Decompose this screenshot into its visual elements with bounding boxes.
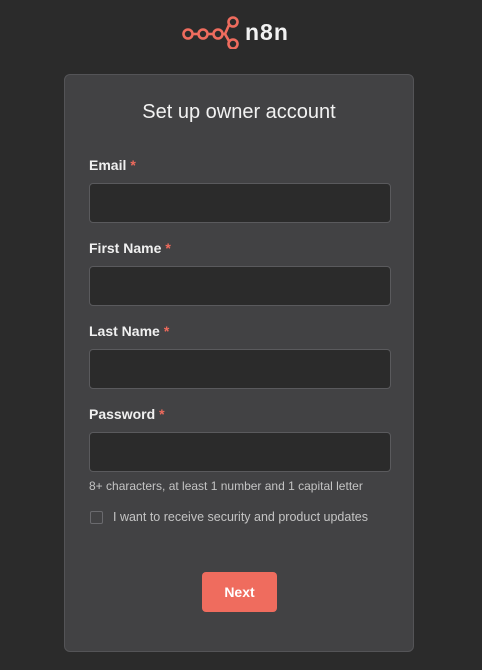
email-label-text: Email bbox=[89, 157, 127, 173]
updates-checkbox[interactable] bbox=[90, 511, 103, 524]
setup-owner-card: Set up owner account Email * First Name * … bbox=[64, 74, 414, 652]
required-marker: * bbox=[159, 406, 165, 422]
required-marker: * bbox=[130, 157, 136, 173]
email-field[interactable] bbox=[89, 183, 391, 223]
password-label-text: Password bbox=[89, 406, 156, 422]
password-field[interactable] bbox=[89, 432, 391, 472]
last-name-field[interactable] bbox=[89, 349, 391, 389]
last-name-label: Last Name * bbox=[89, 322, 169, 340]
logo-text: n8n bbox=[245, 19, 289, 45]
page-title: Set up owner account bbox=[142, 101, 336, 123]
required-marker: * bbox=[163, 323, 170, 339]
required-marker: * bbox=[165, 240, 171, 256]
email-label: Email * bbox=[89, 156, 136, 174]
updates-checkbox-label[interactable]: I want to receive security and product u… bbox=[113, 509, 368, 525]
n8n-logo: n8n bbox=[181, 15, 289, 49]
password-label: Password * bbox=[89, 405, 165, 423]
first-name-label: First Name * bbox=[89, 239, 171, 257]
password-hint: 8+ characters, at least 1 number and 1 c… bbox=[89, 479, 363, 493]
first-name-label-text: First Name bbox=[89, 240, 162, 256]
first-name-field[interactable] bbox=[89, 266, 391, 306]
n8n-logo-icon bbox=[182, 16, 239, 49]
last-name-label-text: Last Name bbox=[89, 323, 160, 339]
next-button[interactable]: Next bbox=[202, 572, 277, 612]
